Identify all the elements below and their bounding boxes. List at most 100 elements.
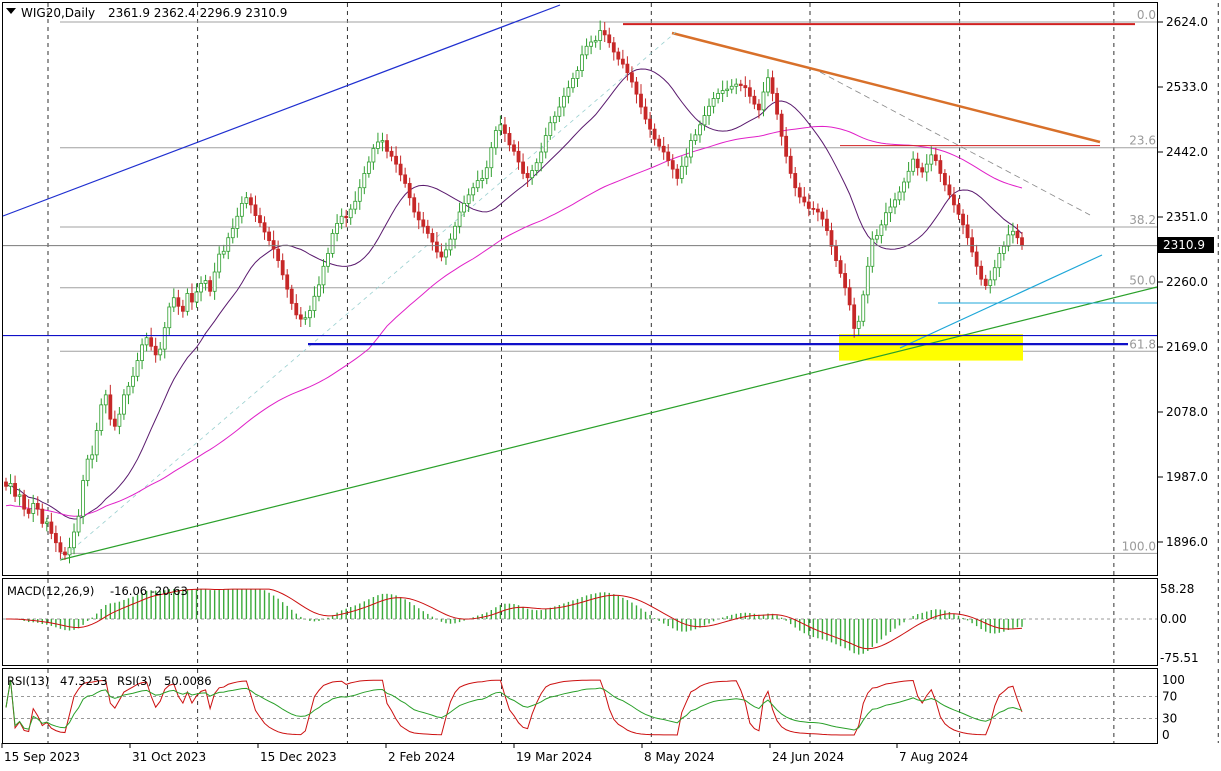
candle-body: [126, 385, 131, 396]
price-tick-label: 2533.0: [1166, 80, 1208, 94]
candle-body: [480, 178, 485, 181]
candle-body: [72, 531, 76, 549]
candle-body: [616, 51, 621, 60]
rsi3-value: 50.0086: [164, 674, 212, 688]
candle-body: [539, 151, 544, 164]
candle-body: [285, 274, 290, 290]
candle-body: [335, 223, 340, 234]
candle-body: [1006, 234, 1011, 247]
macd-axis-label: 0.00: [1160, 612, 1187, 626]
candle-body: [444, 249, 448, 258]
candle-body: [457, 211, 462, 227]
candle-body: [90, 454, 95, 460]
candle-body: [385, 140, 389, 152]
price-tick-label: 2169.0: [1166, 340, 1208, 354]
candle-body: [171, 297, 176, 308]
candle-body: [357, 187, 362, 202]
price-tick-label: 2260.0: [1166, 275, 1208, 289]
candle-body: [766, 77, 770, 93]
candle-body: [453, 225, 457, 240]
candle-body: [321, 265, 326, 286]
candle-body: [974, 251, 979, 267]
macd-axis-label: -75.51: [1160, 651, 1199, 665]
candle-body: [67, 547, 72, 556]
candle-body: [344, 215, 349, 219]
candle-body: [1001, 245, 1006, 254]
candle-body: [439, 251, 444, 258]
candle-body: [366, 161, 371, 174]
time-tick-label: 31 Oct 2023: [132, 750, 206, 764]
candle-body: [180, 305, 185, 312]
candle-body: [843, 273, 848, 289]
candle-body: [811, 208, 816, 210]
macd-axis-label: 58.28: [1160, 582, 1194, 596]
candle-body: [1015, 230, 1020, 239]
candle-body: [906, 170, 911, 183]
candle-body: [761, 91, 766, 111]
candle-body: [679, 165, 684, 179]
candle-body: [902, 181, 906, 193]
candle-body: [267, 231, 271, 241]
candle-body: [330, 233, 335, 254]
price-tick-label: 2442.0: [1166, 145, 1208, 159]
candle-body: [947, 184, 952, 196]
candle-body: [317, 284, 321, 297]
candle-body: [702, 115, 707, 126]
candle-body: [611, 42, 616, 53]
candle-body: [675, 168, 680, 179]
candle-body: [167, 306, 172, 329]
candle-body: [58, 542, 63, 553]
candle-body: [339, 215, 344, 224]
candle-body: [670, 160, 675, 170]
rsi-axis-label: 100: [1162, 673, 1185, 687]
candle-body: [430, 233, 435, 243]
candle-body: [693, 134, 698, 141]
candle-body: [861, 294, 866, 322]
candle-body: [625, 63, 630, 74]
candle-body: [394, 155, 398, 165]
candle-body: [276, 248, 281, 261]
candle-body: [326, 253, 330, 267]
candle-body: [580, 54, 584, 71]
candle-body: [530, 170, 535, 179]
candle-body: [117, 413, 122, 427]
candle-body: [956, 204, 961, 215]
candle-body: [725, 88, 730, 91]
candle-body: [543, 135, 548, 153]
candle-body: [938, 160, 943, 174]
candle-body: [1011, 230, 1015, 236]
support-highlight-zone: [839, 334, 1023, 361]
candle-body: [952, 194, 956, 206]
candle-body: [620, 58, 625, 65]
candle-body: [144, 337, 149, 346]
candle-body: [412, 197, 417, 213]
candle-body: [752, 95, 757, 105]
fib-level-label: 0.0: [1137, 8, 1156, 22]
candle-body: [983, 278, 988, 286]
candle-body: [22, 494, 27, 510]
candle-body: [929, 154, 934, 165]
candle-body: [911, 158, 916, 172]
candle-body: [85, 458, 90, 481]
candle-body: [81, 480, 86, 517]
candle-body: [307, 310, 312, 319]
fib-level-label: 61.8: [1129, 337, 1156, 351]
candle-body: [979, 265, 984, 280]
candle-body: [212, 271, 217, 292]
candle-body: [720, 90, 725, 94]
time-tick-label: 8 May 2024: [644, 750, 715, 764]
candle-body: [190, 293, 194, 303]
candle-body: [235, 215, 240, 229]
candle-body: [99, 404, 104, 431]
candle-body: [434, 241, 439, 253]
candle-body: [203, 280, 208, 284]
candle-body: [571, 78, 575, 89]
price-tick-label: 1896.0: [1166, 535, 1208, 549]
time-tick-label: 15 Sep 2023: [4, 750, 80, 764]
candle-body: [856, 320, 861, 329]
candle-body: [888, 206, 893, 214]
candle-body: [688, 140, 693, 158]
candle-body: [829, 230, 834, 247]
candle-body: [53, 533, 58, 544]
candle-body: [788, 155, 793, 174]
